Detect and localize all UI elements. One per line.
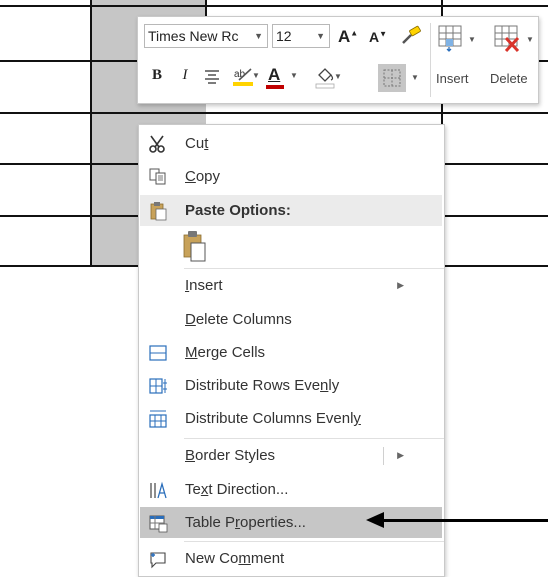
paste-options-header: Paste Options:: [140, 195, 442, 226]
menu-item-text-direction[interactable]: Text Direction...: [140, 474, 442, 505]
shrink-font-icon: A: [368, 29, 380, 45]
insert-table-button[interactable]: ▼ Insert: [434, 21, 480, 99]
shading-button[interactable]: ▼: [306, 65, 344, 92]
font-name-combo[interactable]: Times New Rc ▼: [144, 24, 268, 48]
menu-item-label: Delete Columns: [185, 311, 292, 328]
menu-item-merge-cells[interactable]: Merge Cells: [140, 337, 442, 368]
menu-item-copy[interactable]: Copy: [140, 161, 442, 192]
chevron-down-icon: ▼: [526, 35, 534, 44]
menu-item-new-comment[interactable]: New Comment: [140, 543, 442, 574]
context-menu: Cut Copy Paste Options: Insert ▶ Delete …: [138, 124, 445, 577]
shrink-font-button[interactable]: A▼: [368, 29, 388, 45]
submenu-arrow-icon: ▶: [397, 280, 404, 290]
delete-table-button[interactable]: ▼ Delete: [484, 21, 536, 99]
chevron-down-icon: ▼: [290, 71, 298, 80]
menu-item-label: New Comment: [185, 550, 285, 567]
font-size-value: 12: [276, 28, 292, 44]
delete-label: Delete: [490, 71, 528, 86]
chevron-down-icon: ▼: [334, 72, 342, 81]
menu-item-insert[interactable]: Insert ▶: [140, 270, 442, 301]
menu-item-cut[interactable]: Cut: [140, 128, 442, 159]
bold-icon: B: [151, 67, 162, 83]
menu-item-table-properties[interactable]: Table Properties...: [140, 507, 442, 538]
align-center-button[interactable]: [202, 68, 222, 87]
menu-item-border-styles[interactable]: Border Styles ▶: [140, 440, 442, 471]
insert-table-icon: [438, 25, 462, 52]
paste-keep-formatting-button[interactable]: [181, 229, 209, 263]
font-color-swatch: [266, 85, 284, 89]
font-size-combo[interactable]: 12 ▼: [272, 24, 330, 48]
italic-button[interactable]: I: [176, 67, 194, 84]
format-painter-button[interactable]: [398, 25, 424, 50]
menu-item-label: Insert: [185, 277, 223, 294]
paste-icon: [183, 231, 206, 262]
align-center-icon: [205, 70, 219, 84]
clipboard-icon: [150, 202, 167, 221]
menu-item-delete-columns[interactable]: Delete Columns: [140, 304, 442, 335]
annotation-arrow-icon: [366, 512, 384, 528]
merge-cells-icon: [149, 345, 167, 361]
table-border: [0, 112, 548, 114]
distribute-columns-icon: [149, 410, 167, 428]
submenu-arrow-icon[interactable]: ▶: [397, 440, 404, 471]
font-name-value: Times New Rc: [148, 28, 239, 44]
menu-item-distribute-rows[interactable]: Distribute Rows Evenly: [140, 370, 442, 401]
mini-toolbar: Times New Rc ▼ 12 ▼ A▲ A▼ ▼ Insert ▼ Del…: [137, 16, 539, 104]
borders-button[interactable]: ▼: [378, 64, 426, 92]
bold-button[interactable]: B: [148, 67, 166, 84]
menu-item-distribute-columns[interactable]: Distribute Columns Evenly: [140, 403, 442, 434]
menu-item-label: Border Styles: [185, 447, 276, 464]
submenu-divider: [383, 447, 384, 465]
delete-table-icon: [494, 25, 520, 53]
grow-font-button[interactable]: A▲: [338, 27, 358, 47]
chevron-down-icon[interactable]: ▼: [316, 25, 325, 48]
menu-item-label: Merge Cells: [185, 344, 266, 361]
highlight-color-button[interactable]: ab ▼: [226, 65, 260, 90]
chevron-down-icon: ▼: [468, 35, 476, 44]
italic-icon: I: [182, 67, 188, 83]
text-direction-icon: [150, 481, 167, 499]
menu-item-label: Table Properties...: [185, 514, 306, 531]
table-border: [90, 0, 92, 266]
grow-font-icon: A: [338, 27, 351, 46]
font-color-icon: A: [268, 65, 281, 84]
chevron-down-icon: ▼: [411, 73, 419, 82]
table-properties-icon: [149, 515, 168, 533]
menu-item-label: Distribute Columns Evenly: [185, 410, 361, 427]
chevron-down-icon: ▼: [252, 71, 260, 80]
distribute-rows-icon: [149, 378, 167, 394]
table-border: [0, 5, 548, 7]
menu-item-label: Text Direction...: [185, 481, 289, 498]
scissors-icon: [149, 135, 165, 153]
annotation-arrow-shaft: [380, 519, 548, 522]
insert-label: Insert: [436, 71, 469, 86]
menu-item-label: Copy: [185, 168, 221, 185]
new-comment-icon: [150, 552, 166, 569]
chevron-down-icon[interactable]: ▼: [254, 25, 263, 48]
format-painter-icon: [402, 25, 421, 44]
borders-icon: [383, 69, 401, 87]
copy-icon: [149, 168, 166, 185]
paste-options-label: Paste Options:: [185, 202, 291, 219]
menu-item-label: Cut: [185, 135, 209, 152]
menu-item-label: Distribute Rows Evenly: [185, 377, 340, 394]
